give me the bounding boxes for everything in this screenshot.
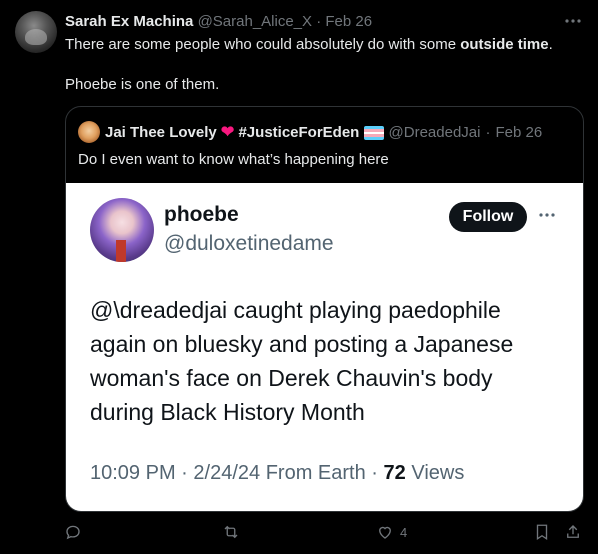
- tweet-text: There are some people who could absolute…: [65, 35, 585, 95]
- text-segment-end: .: [548, 36, 553, 53]
- quoted-name-text: Jai Thee Lovely: [105, 124, 217, 141]
- author-handle[interactable]: @Sarah_Alice_X: [198, 13, 312, 30]
- quoted-tweet-text: Do I even want to know what’s happening …: [78, 151, 389, 168]
- quoted-separator: ·: [485, 123, 491, 141]
- card-author-name: phoebe: [164, 203, 239, 226]
- card-author-handle: @duloxetinedame: [164, 232, 334, 255]
- text-bold-segment: outside time: [460, 36, 549, 53]
- quoted-author-name[interactable]: Jai Thee Lovely ❤ #JusticeForEden: [105, 122, 384, 142]
- card-views-label: Views: [411, 462, 465, 484]
- author-name[interactable]: Sarah Ex Machina: [65, 13, 193, 30]
- more-icon: [565, 19, 581, 23]
- card-more-icon: [536, 207, 558, 223]
- tweet-text-line1: There are some people who could absolute…: [65, 35, 585, 55]
- quoted-name-hashtag: #JusticeForEden: [238, 124, 360, 141]
- more-options-button[interactable]: [564, 12, 582, 30]
- quoted-date[interactable]: Feb 26: [495, 124, 542, 141]
- tweet-text-line2: Phoebe is one of them.: [65, 76, 220, 93]
- quoted-tweet[interactable]: Jai Thee Lovely ❤ #JusticeForEden @Dread…: [65, 106, 584, 512]
- text-segment: There are some people who could absolute…: [65, 36, 461, 53]
- like-button[interactable]: 4: [376, 520, 407, 544]
- embedded-screenshot[interactable]: phoebe @duloxetinedame Follow @\dreadedj…: [66, 183, 583, 511]
- reply-button[interactable]: [64, 520, 82, 544]
- card-text: @\dreadedjai caught playing paedophile a…: [90, 297, 514, 425]
- card-time: 10:09 PM: [90, 462, 176, 484]
- action-bar: 4: [0, 520, 598, 544]
- card-location: From Earth: [265, 462, 366, 484]
- repost-icon: [224, 525, 238, 539]
- card-views-count: 72: [383, 462, 406, 484]
- card-date: 2/24/24: [193, 462, 261, 484]
- header-separator: ·: [316, 13, 322, 30]
- quoted-tweet-header: Jai Thee Lovely ❤ #JusticeForEden @Dread…: [78, 121, 542, 143]
- like-count: 4: [400, 524, 408, 540]
- card-meta-separator: ·: [181, 462, 188, 484]
- share-button[interactable]: [564, 520, 582, 544]
- reply-icon: [66, 525, 80, 540]
- card-avatar: [90, 198, 154, 262]
- trans-flag-icon: [363, 126, 384, 141]
- quoted-author-avatar[interactable]: [78, 121, 100, 143]
- quoted-author-handle[interactable]: @DreadedJai: [389, 124, 481, 141]
- author-avatar[interactable]: [15, 11, 57, 53]
- bookmark-button[interactable]: [534, 520, 550, 544]
- card-meta: 10:09 PM · 2/24/24 From Earth · 72 Views: [90, 462, 464, 485]
- share-icon: [567, 525, 579, 538]
- heart-emoji-icon: ❤: [220, 124, 235, 141]
- heart-icon: [379, 526, 391, 539]
- card-meta-separator-2: ·: [371, 462, 378, 484]
- follow-button: Follow: [449, 202, 527, 232]
- tweet-date[interactable]: Feb 26: [325, 13, 372, 30]
- tweet-header: Sarah Ex Machina @Sarah_Alice_X · Feb 26: [65, 13, 372, 30]
- repost-button[interactable]: [221, 520, 241, 544]
- bookmark-icon: [536, 524, 548, 541]
